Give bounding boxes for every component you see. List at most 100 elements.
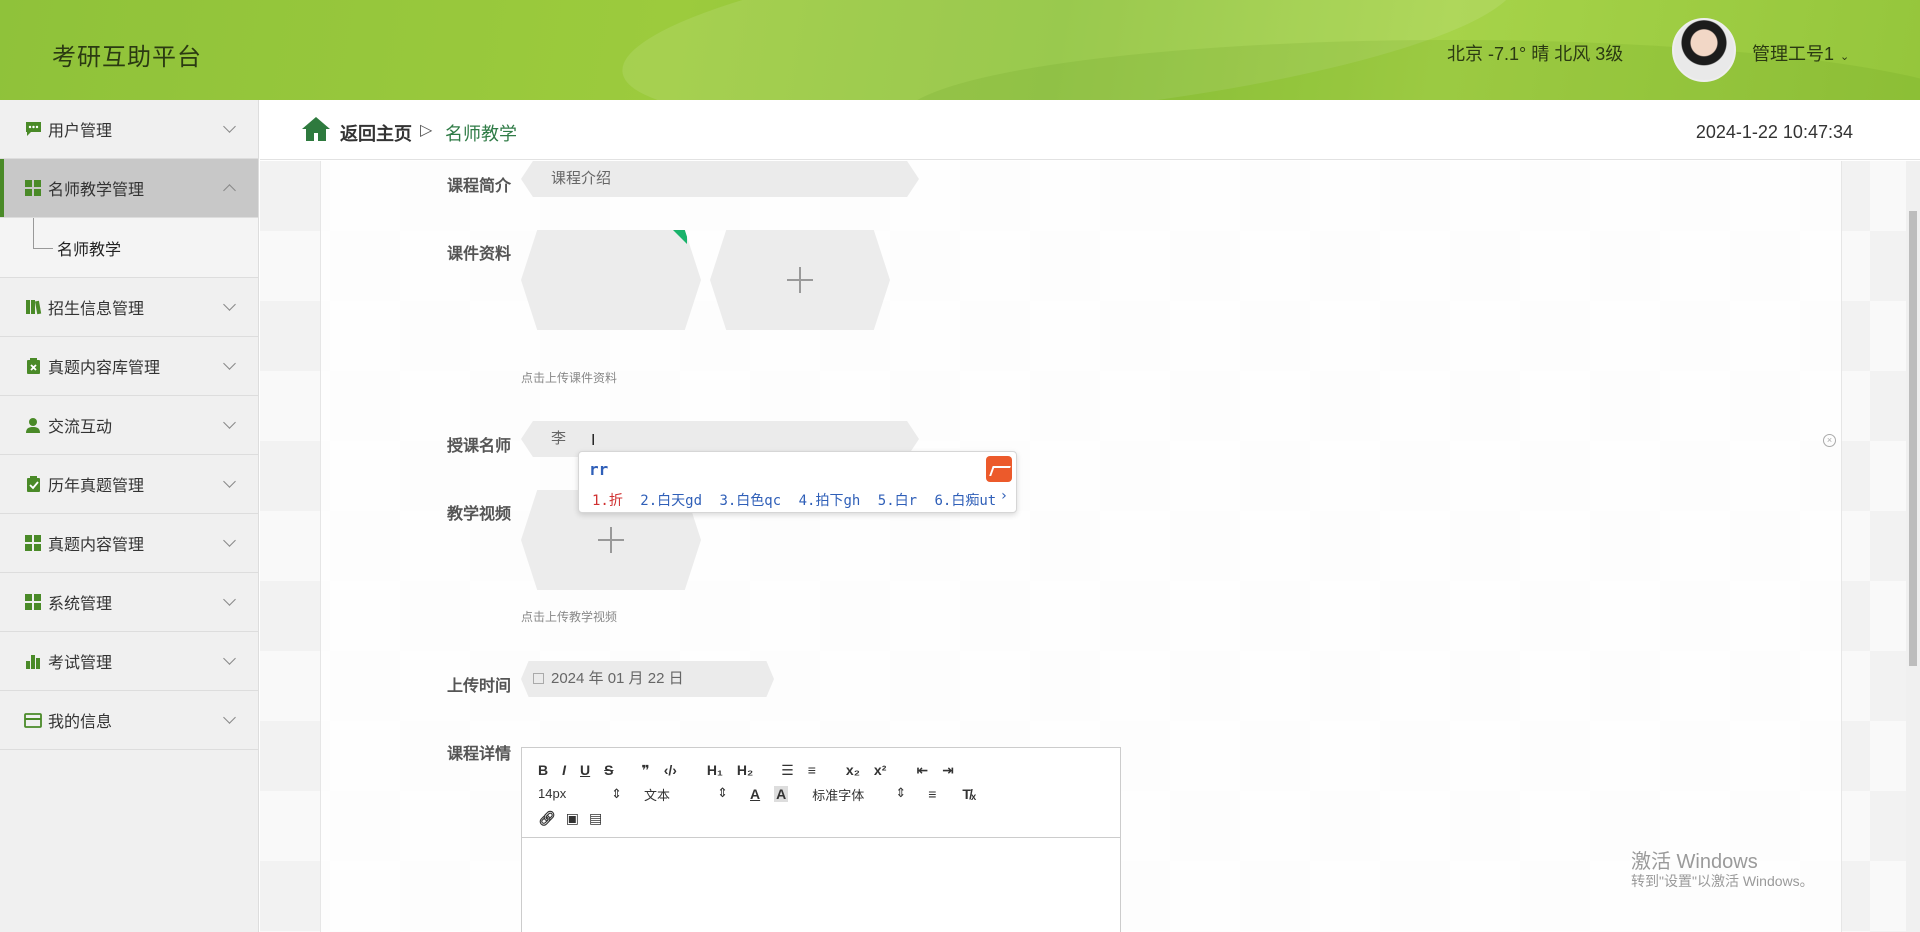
background-color-icon[interactable]: A [774,786,789,802]
sidebar-item-label: 真题内容库管理 [48,360,161,377]
editor-toolbar: B I U S ❞ ‹/› H₁ H₂ ☰ ≡ x₂ x² ⇤ ⇥ 14px ⇕ … [522,748,1120,838]
calendar-icon [533,673,544,684]
editor-body[interactable] [522,838,1120,932]
app-title: 考研互助平台 [52,44,202,71]
chevron-down-icon [223,475,236,488]
clear-format-icon[interactable]: T̸ₓ [962,786,976,802]
blockquote-icon[interactable]: ❞ [641,762,649,779]
materials-hint: 点击上传课件资料 [521,371,618,385]
sidebar-item-question-content[interactable]: 真题内容管理 [0,514,258,573]
ime-candidate[interactable]: 6.白痴ut [935,493,997,509]
strikethrough-icon[interactable]: S [604,762,613,778]
clipboard-x-icon [24,357,42,375]
rich-text-editor[interactable]: B I U S ❞ ‹/› H₁ H₂ ☰ ≡ x₂ x² ⇤ ⇥ 14px ⇕ … [521,747,1121,932]
chevron-down-icon [223,120,236,133]
ime-candidate[interactable]: 1.折 [592,493,623,509]
books-icon [24,298,42,316]
heading1-icon[interactable]: H₁ [707,762,723,778]
scrollbar-thumb[interactable] [1909,211,1917,666]
sidebar-item-enrollment-info[interactable]: 招生信息管理 [0,278,258,337]
sidebar-item-label: 名师教学管理 [48,182,145,199]
video-icon[interactable]: ▤ [589,810,602,827]
back-home-link[interactable]: 返回主页 [340,120,412,146]
ordered-list-icon[interactable]: ☰ [781,762,794,779]
sidebar-item-past-exams[interactable]: 历年真题管理 [0,455,258,514]
weather-info: 北京 -7.1° 晴 北风 3级 [1447,44,1624,64]
chevron-down-icon [223,298,236,311]
chevron-down-icon [223,652,236,665]
breadcrumb-separator: ▷ [420,122,433,139]
windows-activation-watermark: 激活 Windows [1631,851,1758,873]
current-datetime: 2024-1-22 10:47:34 [1695,122,1853,142]
indent-icon[interactable]: ⇥ [942,762,954,779]
heading2-icon[interactable]: H₂ [737,762,753,778]
grid-icon [24,534,42,552]
sidebar-item-label: 交流互动 [48,419,113,436]
uploaded-material-thumbnail[interactable] [521,230,701,330]
bold-icon[interactable]: B [538,762,548,778]
font-size-select[interactable]: 14px ⇕ [538,786,622,802]
underline-icon[interactable]: U [580,762,590,778]
ime-candidates: 1.折 2.白天gd 3.白色qc 4.拍下gh 5.白r 6.白痴ut [592,490,1005,510]
video-hint: 点击上传教学视频 [521,610,618,624]
sidebar-item-question-bank[interactable]: 真题内容库管理 [0,337,258,396]
ime-candidate[interactable]: 3.白色qc [719,493,781,509]
course-intro-input[interactable]: 课程介绍 [521,161,919,197]
sidebar-item-label: 用户管理 [48,123,113,140]
paragraph-value: 文本 [644,787,671,803]
chevron-up-icon [223,184,236,197]
font-family-select[interactable]: 标准字体 ⇕ [812,785,906,804]
uploaded-marker [673,230,687,244]
link-icon[interactable]: 🔗︎ [538,810,556,827]
sidebar-item-communication[interactable]: 交流互动 [0,396,258,455]
sidebar-item-exams[interactable]: 考试管理 [0,632,258,691]
sidebar-item-label: 系统管理 [48,596,113,613]
upload-time-label: 上传时间 [447,678,512,695]
clipboard-check-icon [24,475,42,493]
align-icon[interactable]: ≡ [928,786,936,802]
superscript-icon[interactable]: x² [874,762,886,778]
italic-icon[interactable]: I [562,762,566,778]
home-icon[interactable] [301,116,331,147]
font-family-value: 标准字体 [812,787,865,803]
upload-time-value: 2024 年 01 月 22 日 [551,670,684,687]
chevron-down-icon: ⌄ [1840,51,1850,63]
materials-upload-button[interactable] [710,230,890,330]
ime-next-page-button[interactable]: › [1000,488,1008,504]
ime-logo-icon[interactable] [986,456,1012,482]
materials-label: 课件资料 [447,246,512,263]
avatar[interactable] [1672,18,1736,82]
outdent-icon[interactable]: ⇤ [916,762,928,779]
chevron-down-icon [223,416,236,429]
sidebar-item-teacher-teaching-management[interactable]: 名师教学管理 [0,159,258,218]
ime-candidate[interactable]: 5.白r [878,493,917,509]
ime-candidate-popup: rr 1.折 2.白天gd 3.白色qc 4.拍下gh 5.白r 6.白痴ut … [578,451,1017,513]
paragraph-select[interactable]: 文本 ⇕ [644,785,728,804]
card-icon [24,711,42,729]
user-menu[interactable]: 管理工号1 ⌄ [1752,40,1849,66]
font-color-icon[interactable]: A [750,786,760,802]
chevron-down-icon [223,711,236,724]
image-icon[interactable]: ▣ [566,810,579,827]
sidebar-item-label: 我的信息 [48,714,113,731]
ime-candidate[interactable]: 2.白天gd [640,493,702,509]
sidebar-item-my-info[interactable]: 我的信息 [0,691,258,750]
upload-time-input[interactable]: 2024 年 01 月 22 日 [521,661,774,697]
ime-input-code: rr [589,460,609,479]
teacher-label: 授课名师 [447,438,512,455]
teacher-value: 李 [551,430,567,447]
subscript-icon[interactable]: x₂ [846,762,860,778]
select-arrows-icon: ⇕ [895,784,907,800]
sidebar-item-label: 历年真题管理 [48,478,145,495]
sidebar: 用户管理 名师教学管理 名师教学 招生信息管理 真题内容库管理 交流互动 历年真… [0,100,259,932]
page-scrollbar[interactable] [1906,161,1920,932]
detail-label: 课程详情 [447,746,512,763]
sidebar-subitem-teacher-teaching[interactable]: 名师教学 [0,218,258,278]
sidebar-item-system[interactable]: 系统管理 [0,573,258,632]
bullet-list-icon[interactable]: ≡ [808,762,816,778]
ime-candidate[interactable]: 4.拍下gh [799,493,861,509]
course-intro-value: 课程介绍 [551,170,612,187]
clear-icon[interactable]: × [1823,434,1836,447]
code-icon[interactable]: ‹/› [664,762,677,778]
sidebar-item-user-management[interactable]: 用户管理 [0,100,258,159]
